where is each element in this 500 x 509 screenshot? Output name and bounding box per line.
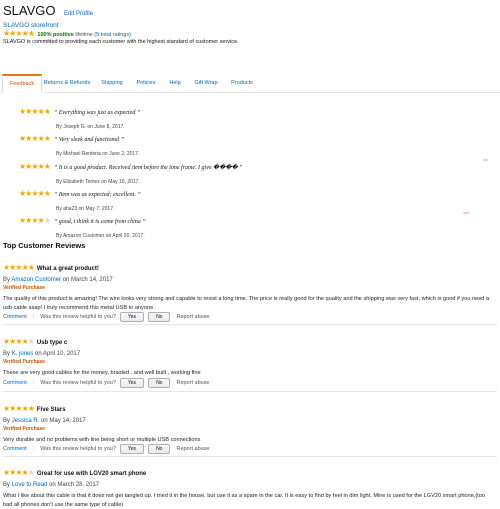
feedback-quote: “ Everything was just as expected ”: [53, 110, 141, 116]
review-author-link[interactable]: Love to Read: [12, 482, 48, 488]
by-label: By: [3, 418, 11, 424]
review-author-link[interactable]: Amazon Customer: [11, 277, 61, 283]
review-author-link[interactable]: K. jones: [12, 351, 34, 357]
review-divider: [3, 324, 497, 325]
feedback-stars-icon: ★★★★★: [19, 216, 51, 225]
feedback-quote: “ Very sleek and functional ”: [53, 137, 125, 143]
verified-badge: Verified Purchase: [3, 285, 45, 291]
comment-link[interactable]: Comment: [3, 446, 27, 452]
review: ★★★★★ Great for use with LGV20 smart phon…: [3, 462, 497, 509]
review: ★★★★★ Five Stars By Jessica R. on May 14,…: [3, 398, 497, 445]
feedback-item: ★★★★★ “ Item was as expected; excellent. …: [19, 183, 419, 213]
helpful-yes-button[interactable]: Yes: [119, 312, 145, 322]
review: ★★★★★ Usb type c By K. jones on April 10,…: [3, 331, 497, 378]
review-body: These are very good cables for the money…: [3, 370, 201, 376]
decorative-mark: [483, 159, 488, 161]
review-divider: [3, 456, 497, 457]
feedback-stars-icon: ★★★★★: [19, 107, 51, 116]
review-title-link[interactable]: Great for use with LGV20 smart phone: [37, 471, 146, 477]
seller-stars-icon: ★★★★★: [3, 29, 35, 38]
review-byline: By Jessica R. on May 14, 2017: [3, 418, 497, 424]
report-abuse-link[interactable]: Report abuse: [176, 314, 209, 320]
tab-returns-refunds[interactable]: Returns & Refunds: [40, 76, 94, 90]
report-abuse-link[interactable]: Report abuse: [176, 446, 209, 452]
review-date: on April 10, 2017: [35, 351, 81, 357]
feedback-item: ★★★★★ “ It is a good product. Received it…: [19, 156, 419, 186]
review-stars-icon: ★★★★★: [3, 263, 35, 272]
review-title-link[interactable]: Five Stars: [37, 407, 66, 413]
feedback-quote: “ It is a good product. Received item be…: [53, 165, 243, 171]
review-byline: By Amazon Customer on March 14, 2017: [3, 277, 497, 283]
review-date: on March 28, 2017: [49, 482, 100, 488]
tab-products[interactable]: Products: [226, 76, 258, 90]
helpful-question: Was this review helpful to you?: [40, 314, 116, 320]
review-actions: Comment | Was this review helpful to you?…: [3, 444, 210, 454]
by-label: By: [3, 277, 11, 283]
review-stars-icon: ★★★★★: [3, 468, 35, 477]
feedback-byline: By Amazon Customer on April 20, 2017.: [56, 233, 145, 239]
helpful-question: Was this review helpful to you?: [40, 380, 116, 386]
edit-profile-link[interactable]: Edit Profile: [64, 11, 93, 17]
seller-tabs: Feedback Returns & Refunds Shipping Poli…: [0, 74, 500, 93]
seller-rating: ★★★★★ 100% positive lifetime (5 total ra…: [3, 29, 497, 39]
ratings-count-link[interactable]: (5 total ratings): [94, 32, 131, 38]
tab-help[interactable]: Help: [164, 76, 186, 90]
top-reviews-heading: Top Customer Reviews: [3, 241, 86, 250]
seller-header: SLAVGO Edit Profile SLAVGO storefront ★★…: [3, 2, 497, 45]
helpful-yes-button[interactable]: Yes: [119, 378, 145, 388]
review: ★★★★★ What a great product! By Amazon Cus…: [3, 257, 497, 312]
helpful-yes-button[interactable]: Yes: [119, 444, 145, 454]
positive-percent: 100% positive: [37, 32, 74, 38]
tab-shipping[interactable]: Shipping: [96, 76, 128, 90]
commitment-text: SLAVGO is committed to providing each cu…: [3, 39, 239, 45]
verified-badge: Verified Purchase: [3, 359, 45, 365]
helpful-question: Was this review helpful to you?: [40, 446, 116, 452]
feedback-quote: “ Item was as expected; excellent. ”: [53, 192, 141, 198]
feedback-quote: “ good, i think it is come from china ”: [53, 219, 146, 225]
lifetime-label: lifetime: [75, 32, 93, 38]
feedback-stars-icon: ★★★★★: [19, 134, 51, 143]
helpful-no-button[interactable]: No: [148, 378, 171, 388]
tab-policies[interactable]: Policies: [130, 76, 162, 90]
decorative-mark: [463, 212, 469, 214]
storefront-link[interactable]: SLAVGO storefront: [3, 22, 497, 29]
feedback-stars-icon: ★★★★★: [19, 162, 51, 171]
feedback-item: ★★★★★ “ good, i think it is come from chi…: [19, 210, 419, 240]
by-label: By: [3, 351, 11, 357]
review-title-link[interactable]: What a great product!: [37, 266, 99, 272]
review-body: What I like about this cable is that it …: [3, 493, 485, 508]
review-stars-icon: ★★★★★: [3, 337, 35, 346]
review-body: The quality of this product is amazing! …: [3, 296, 490, 311]
feedback-item: ★★★★★ “ Very sleek and functional ” By Mi…: [19, 128, 419, 158]
feedback-stars-icon: ★★★★★: [19, 189, 51, 198]
store-name: SLAVGO: [3, 3, 56, 18]
review-byline: By K. jones on April 10, 2017: [3, 351, 497, 357]
review-actions: Comment | Was this review helpful to you?…: [3, 312, 210, 322]
review-actions: Comment | Was this review helpful to you?…: [3, 378, 210, 388]
comment-link[interactable]: Comment: [3, 314, 27, 320]
comment-link[interactable]: Comment: [3, 380, 27, 386]
review-divider: [3, 391, 497, 392]
review-stars-icon: ★★★★★: [3, 404, 35, 413]
report-abuse-link[interactable]: Report abuse: [176, 380, 209, 386]
by-label: By: [3, 482, 11, 488]
review-byline: By Love to Read on March 28, 2017: [3, 482, 497, 488]
review-date: on March 14, 2017: [62, 277, 113, 283]
helpful-no-button[interactable]: No: [148, 312, 171, 322]
review-title-link[interactable]: Usb type c: [37, 340, 67, 346]
tab-feedback[interactable]: Feedback: [2, 74, 42, 93]
helpful-no-button[interactable]: No: [148, 444, 171, 454]
tab-gift-wrap[interactable]: Gift Wrap: [188, 76, 224, 90]
feedback-item: ★★★★★ “ Everything was just as expected ”…: [19, 101, 419, 131]
review-author-link[interactable]: Jessica R.: [12, 418, 40, 424]
review-date: on May 14, 2017: [41, 418, 86, 424]
verified-badge: Verified Purchase: [3, 426, 45, 432]
